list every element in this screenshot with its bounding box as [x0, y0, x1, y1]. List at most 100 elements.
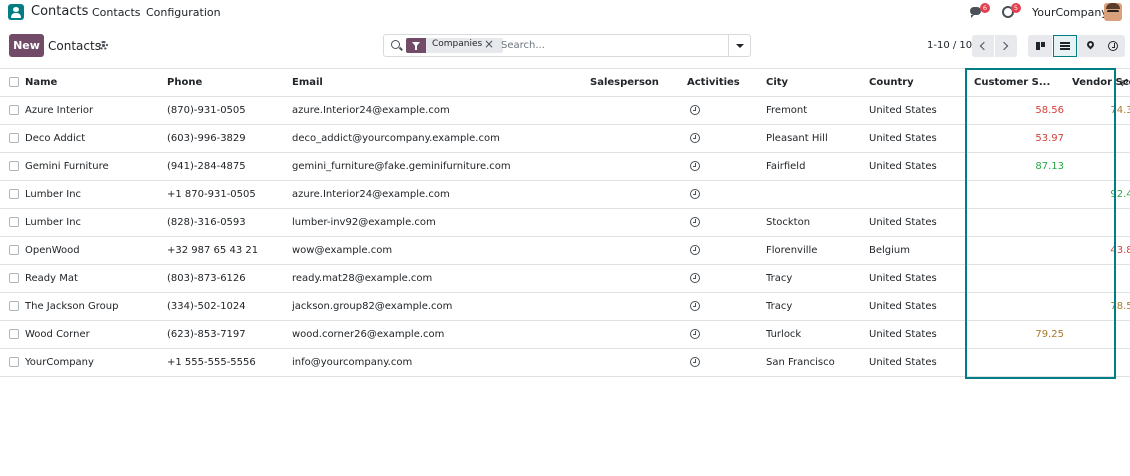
table-row[interactable]: Deco Addict (603)-996-3829 deco_addict@you… [0, 124, 1130, 153]
chevron-down-icon[interactable] [728, 35, 750, 56]
cell-activities[interactable] [687, 320, 766, 349]
activity-clock-icon[interactable] [690, 329, 700, 339]
row-checkbox[interactable] [0, 348, 25, 377]
cell-name: Lumber Inc [25, 180, 167, 209]
row-checkbox[interactable] [0, 236, 25, 265]
select-all-checkbox[interactable] [0, 68, 25, 97]
facet-label: Companies [432, 39, 483, 49]
optional-columns-icon[interactable] [1120, 76, 1130, 89]
new-button[interactable]: New [9, 34, 44, 57]
cell-activities[interactable] [687, 152, 766, 181]
cell-activities[interactable] [687, 264, 766, 293]
table-row[interactable]: Ready Mat (803)-873-6126 ready.mat28@examp… [0, 264, 1130, 293]
cell-customer-score: 53.97 [966, 124, 1072, 153]
cell-vendor-score [1072, 320, 1130, 349]
cell-email: lumber-inv92@example.com [292, 208, 590, 237]
column-header-customer-score[interactable]: Customer S... [966, 68, 1072, 97]
column-header-city[interactable]: City [766, 68, 869, 97]
cell-city: Tracy [766, 292, 869, 321]
cell-phone: (803)-873-6126 [167, 264, 292, 293]
cell-phone: +32 987 65 43 21 [167, 236, 292, 265]
row-checkbox[interactable] [0, 320, 25, 349]
table-row[interactable]: Lumber Inc +1 870-931-0505 azure.Interior2… [0, 180, 1130, 209]
cell-activities[interactable] [687, 348, 766, 377]
cell-city: Fairfield [766, 152, 869, 181]
page-title: Contacts [48, 39, 101, 53]
cell-activities[interactable] [687, 208, 766, 237]
column-header-country[interactable]: Country [869, 68, 966, 97]
search-input[interactable] [501, 38, 711, 53]
row-checkbox[interactable] [0, 264, 25, 293]
activity-clock-icon[interactable] [690, 217, 700, 227]
table-row[interactable]: Lumber Inc (828)-316-0593 lumber-inv92@exa… [0, 208, 1130, 237]
cell-activities[interactable] [687, 292, 766, 321]
row-checkbox[interactable] [0, 124, 25, 153]
cell-name: The Jackson Group [25, 292, 167, 321]
cell-customer-score [966, 264, 1072, 293]
app-name[interactable]: Contacts [31, 4, 88, 19]
cell-email: jackson.group82@example.com [292, 292, 590, 321]
cell-activities[interactable] [687, 96, 766, 125]
chat-count-badge: 6 [980, 3, 990, 13]
table-row[interactable]: OpenWood +32 987 65 43 21 wow@example.com F… [0, 236, 1130, 265]
cell-salesperson [590, 208, 687, 237]
search-bar[interactable]: Companies × [383, 34, 751, 57]
cell-country: United States [869, 348, 966, 377]
row-checkbox[interactable] [0, 292, 25, 321]
row-checkbox[interactable] [0, 208, 25, 237]
activity-view-icon[interactable] [1101, 35, 1125, 57]
contacts-app-icon[interactable] [8, 4, 24, 20]
activity-clock-icon[interactable] [690, 133, 700, 143]
cell-salesperson [590, 180, 687, 209]
table-row[interactable]: Gemini Furniture (941)-284-4875 gemini_fur… [0, 152, 1130, 181]
cell-city: Florenville [766, 236, 869, 265]
cell-city: San Francisco [766, 348, 869, 377]
pager-value[interactable]: 1-10 / 10 [927, 40, 972, 51]
kanban-view-icon[interactable] [1028, 35, 1052, 57]
menu-contacts[interactable]: Contacts [92, 6, 141, 19]
column-header-salesperson[interactable]: Salesperson [590, 68, 687, 97]
table-row[interactable]: YourCompany +1 555-555-5556 info@yourcompa… [0, 348, 1130, 377]
cell-customer-score [966, 292, 1072, 321]
menu-configuration[interactable]: Configuration [146, 6, 221, 19]
activity-clock-icon[interactable] [690, 357, 700, 367]
gear-icon[interactable] [99, 41, 108, 50]
column-header-phone[interactable]: Phone [167, 68, 292, 97]
activity-clock-icon[interactable] [690, 245, 700, 255]
table-body: Azure Interior (870)-931-0505 azure.Interi… [0, 96, 1130, 377]
cell-phone: (334)-502-1024 [167, 292, 292, 321]
activity-clock-icon[interactable] [690, 189, 700, 199]
activity-clock-icon[interactable] [690, 273, 700, 283]
cell-country: Belgium [869, 236, 966, 265]
cell-phone: (941)-284-4875 [167, 152, 292, 181]
activity-clock-icon[interactable] [690, 161, 700, 171]
table-row[interactable]: Wood Corner (623)-853-7197 wood.corner26@e… [0, 320, 1130, 349]
column-header-name[interactable]: Name [25, 68, 167, 97]
cell-vendor-score: 92.40 [1072, 180, 1130, 209]
cell-activities[interactable] [687, 236, 766, 265]
map-view-icon[interactable] [1078, 35, 1102, 57]
pager-previous-button[interactable] [972, 35, 994, 57]
cell-city: Fremont [766, 96, 869, 125]
cell-phone: +1 555-555-5556 [167, 348, 292, 377]
close-icon[interactable]: × [484, 37, 494, 51]
pager-next-button[interactable] [995, 35, 1017, 57]
column-header-activities[interactable]: Activities [687, 68, 766, 97]
activity-clock-icon[interactable] [690, 105, 700, 115]
row-checkbox[interactable] [0, 96, 25, 125]
filter-facet[interactable]: Companies × [406, 37, 503, 53]
row-checkbox[interactable] [0, 152, 25, 181]
cell-salesperson [590, 152, 687, 181]
cell-country: United States [869, 320, 966, 349]
column-header-email[interactable]: Email [292, 68, 590, 97]
list-view-icon[interactable] [1053, 35, 1077, 57]
user-avatar[interactable] [1104, 3, 1122, 21]
company-switcher[interactable]: YourCompany [1032, 6, 1108, 19]
cell-salesperson [590, 236, 687, 265]
table-row[interactable]: Azure Interior (870)-931-0505 azure.Interi… [0, 96, 1130, 125]
cell-activities[interactable] [687, 124, 766, 153]
cell-activities[interactable] [687, 180, 766, 209]
table-row[interactable]: The Jackson Group (334)-502-1024 jackson.g… [0, 292, 1130, 321]
row-checkbox[interactable] [0, 180, 25, 209]
activity-clock-icon[interactable] [690, 301, 700, 311]
